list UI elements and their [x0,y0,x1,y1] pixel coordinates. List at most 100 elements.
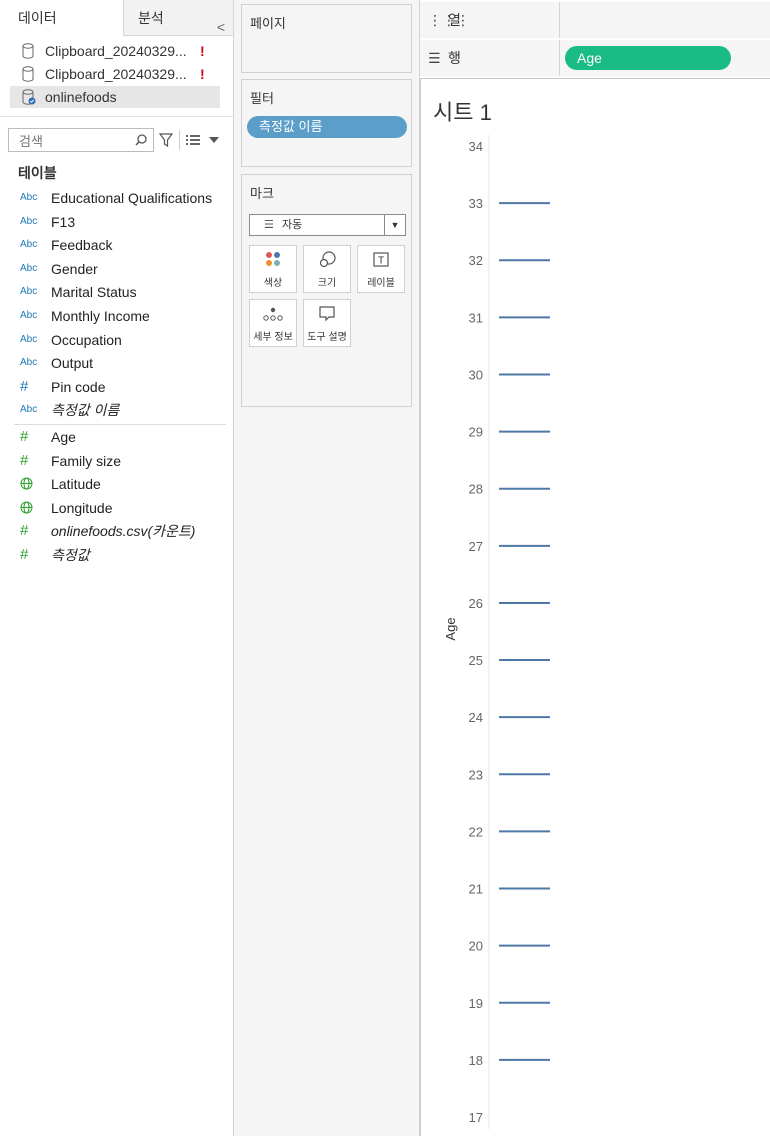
view-list-icon[interactable] [186,134,200,146]
mark-auto-icon: ☰ [264,219,274,231]
field-label: Occupation [51,331,122,348]
y-tick-label: 17 [469,1110,483,1125]
field-item[interactable]: Abc Marital Status [14,281,226,303]
label-button[interactable]: T 레이블 [357,245,405,293]
pages-title: 페이지 [250,16,286,31]
tooltip-button[interactable]: 도구 설명 [303,299,351,347]
string-type-icon: Abc [20,310,38,321]
y-tick-label: 24 [469,710,483,725]
field-label: Feedback [51,237,113,254]
size-button[interactable]: 크기 [303,245,351,293]
warning-icon: ! [200,66,205,82]
y-tick-label: 23 [469,767,483,782]
field-item[interactable]: Abc Output [14,352,226,374]
field-item[interactable]: Abc 측정값 이름 [14,399,226,421]
chart: Age 17 18 19 20 21 22 23 24 25 26 27 28 29 30 31 32 33 34 [443,135,550,1129]
string-type-icon: Abc [20,262,38,274]
y-tick-label: 25 [469,653,483,668]
rows-pill-age[interactable]: Age [565,46,731,70]
y-tick-label: 30 [469,367,483,382]
datasource-item-selected[interactable]: onlinefoods [10,86,220,108]
string-type-icon: Abc [20,286,38,298]
filter-pill[interactable]: 측정값 이름 [247,116,407,138]
detail-icon [263,307,283,321]
rows-shelf[interactable]: ☰ 행 Age [420,40,770,76]
search-box [8,128,154,152]
filters-title: 필터 [250,91,274,106]
field-item[interactable]: # Family size [14,450,226,472]
warning-icon: ! [200,43,205,59]
size-label: 크기 [317,278,337,289]
field-item[interactable]: Latitude [14,473,226,495]
filters-card[interactable]: 필터 측정값 이름 [241,79,412,167]
field-item[interactable]: Abc Educational Qualifications [14,187,226,209]
field-item[interactable]: Abc Occupation [14,329,226,351]
number-type-icon: # [20,451,29,469]
field-item[interactable]: # onlinefoods.csv(카운트) [14,520,226,542]
detail-button[interactable]: 세부 정보 [249,299,297,347]
columns-shelf-label: ⋮⋮⋮ 열 [420,2,560,38]
tab-analysis-label: 분석 [138,10,164,26]
number-type-icon: # [20,522,29,540]
divider [14,424,226,425]
text-icon: T [373,252,389,267]
tab-analysis[interactable]: 분석 < [124,0,233,36]
color-button[interactable]: 색상 [249,245,297,293]
marks-card: 마크 ☰ 자동 ▼ 색상 크기 T 레이블 세부 정보 도구 설명 [241,174,412,407]
columns-shelf[interactable]: ⋮⋮⋮ 열 [420,2,770,38]
number-type-icon: # [20,377,29,395]
data-pane: 데이터 분석 < Clipboard_20240329... ! Clipboa… [0,0,234,1136]
chevron-down-icon[interactable]: ▼ [384,215,405,235]
datasource-item[interactable]: Clipboard_20240329... ! [10,40,220,62]
field-label: Gender [51,260,98,277]
y-tick-label: 29 [469,425,483,440]
columns-icon: ⋮⋮⋮ [428,12,470,28]
field-label: Marital Status [51,284,137,301]
divider [0,116,233,117]
tooltip-label: 도구 설명 [307,332,347,343]
y-tick-label: 34 [469,139,483,154]
tooltip-icon [319,306,335,322]
shelves-pane: 페이지 필터 측정값 이름 마크 ☰ 자동 ▼ 색상 크기 T 레이블 세부 정… [234,0,420,1136]
label-label: 레이블 [367,278,395,289]
tab-data[interactable]: 데이터 [0,0,124,36]
field-item[interactable]: Abc Monthly Income [14,305,226,327]
y-tick-label: 22 [469,824,483,839]
field-label: Pin code [51,378,106,395]
mark-type-select[interactable]: ☰ 자동 ▼ [249,214,406,236]
sheet-view: 시트 1 Age 17 18 19 20 21 22 23 24 25 26 27 28 29 30 31 3… [420,78,770,1136]
search-icon[interactable] [135,134,147,146]
database-icon [22,43,34,59]
pages-card[interactable]: 페이지 [241,4,412,73]
size-icon [319,251,336,268]
globe-icon [20,497,42,521]
filter-icon[interactable] [159,132,173,148]
string-type-icon: Abc [20,192,38,203]
globe-icon [20,473,42,497]
field-item[interactable]: Longitude [14,497,226,519]
field-label: F13 [51,213,76,230]
field-item[interactable]: # Pin code [14,376,226,398]
mark-type-value: 자동 [282,219,303,231]
rows-label: 행 [448,50,461,66]
y-tick-label: 26 [469,596,483,611]
svg-text:T: T [378,256,384,267]
field-item[interactable]: Abc Feedback [14,234,226,256]
string-type-icon: Abc [20,333,38,345]
y-tick-label: 21 [469,882,483,897]
datasource-item[interactable]: Clipboard_20240329... ! [10,63,220,85]
search-input[interactable] [17,130,131,152]
datasource-name: Clipboard_20240329... [45,43,187,59]
y-axis-label: Age [443,617,458,640]
database-connected-icon [22,89,36,105]
y-tick-label: 18 [469,1053,483,1068]
field-item[interactable]: Abc F13 [14,211,226,233]
field-item[interactable]: # 측정값 [14,544,226,566]
y-tick-label: 32 [469,253,483,268]
color-icon [266,252,280,266]
y-tick-label: 19 [469,996,483,1011]
field-item[interactable]: Abc Gender [14,258,226,280]
field-item[interactable]: # Age [14,426,226,448]
chevron-down-icon[interactable] [209,137,219,143]
divider [179,130,180,150]
